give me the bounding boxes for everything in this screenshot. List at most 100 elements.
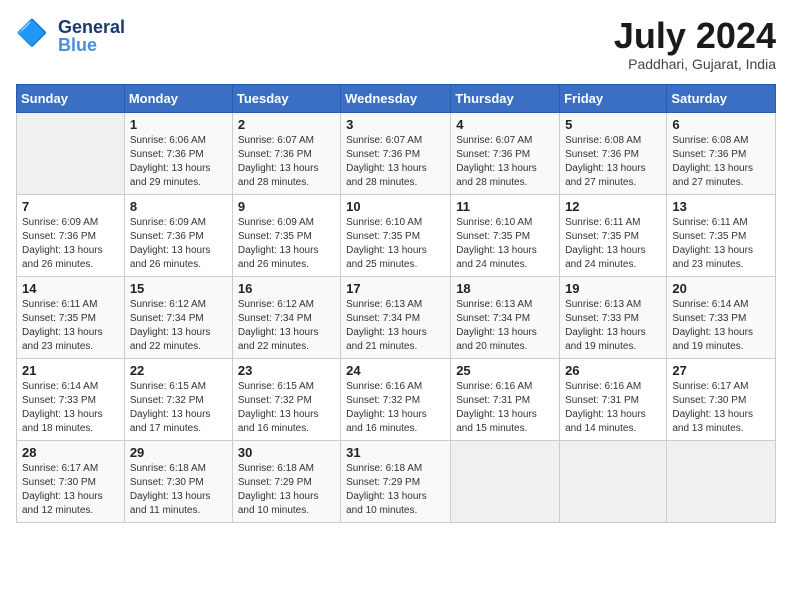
- calendar-cell: 27 Sunrise: 6:17 AMSunset: 7:30 PMDayligh…: [667, 358, 776, 440]
- calendar-cell: 6Sunrise: 6:08 AMSunset: 7:36 PMDaylight…: [667, 112, 776, 194]
- cell-info: Sunrise: 6:16 AMSunset: 7:32 PMDaylight:…: [346, 380, 445, 436]
- day-number: 28: [22, 445, 119, 460]
- cell-info: Sunrise: 6:12 AMSunset: 7:34 PMDaylight:…: [238, 298, 335, 354]
- calendar-header: SundayMondayTuesdayWednesdayThursdayFrid…: [17, 84, 776, 112]
- calendar-cell: 19 Sunrise: 6:13 AMSunset: 7:33 PMDayligh…: [560, 276, 667, 358]
- day-number: 18: [456, 281, 554, 296]
- cell-info: Sunrise: 6:11 AMSunset: 7:35 PMDaylight:…: [22, 298, 119, 354]
- calendar-cell: 14 Sunrise: 6:11 AMSunset: 7:35 PMDayligh…: [17, 276, 125, 358]
- calendar-cell: 15 Sunrise: 6:12 AMSunset: 7:34 PMDayligh…: [124, 276, 232, 358]
- calendar-cell: 24 Sunrise: 6:16 AMSunset: 7:32 PMDayligh…: [341, 358, 451, 440]
- cell-info: Sunrise: 6:18 AMSunset: 7:30 PMDaylight:…: [130, 462, 227, 518]
- calendar-cell: 29 Sunrise: 6:18 AMSunset: 7:30 PMDayligh…: [124, 440, 232, 522]
- day-number: 21: [22, 363, 119, 378]
- calendar-body: 1 Sunrise: 6:06 AMSunset: 7:36 PMDaylight…: [17, 112, 776, 522]
- logo-blue-text: Blue: [58, 36, 125, 54]
- cell-info: Sunrise: 6:18 AMSunset: 7:29 PMDaylight:…: [238, 462, 335, 518]
- day-number: 17: [346, 281, 445, 296]
- calendar-cell: [667, 440, 776, 522]
- calendar-cell: 13Sunrise: 6:11 AMSunset: 7:35 PMDayligh…: [667, 194, 776, 276]
- cell-info: Sunrise: 6:10 AMSunset: 7:35 PMDaylight:…: [346, 216, 445, 272]
- day-number: 27: [672, 363, 770, 378]
- calendar-cell: 1 Sunrise: 6:06 AMSunset: 7:36 PMDaylight…: [124, 112, 232, 194]
- header-cell-saturday: Saturday: [667, 84, 776, 112]
- cell-info: Sunrise: 6:12 AMSunset: 7:34 PMDaylight:…: [130, 298, 227, 354]
- calendar-cell: 12Sunrise: 6:11 AMSunset: 7:35 PMDayligh…: [560, 194, 667, 276]
- day-number: 11: [456, 199, 554, 214]
- cell-info: Sunrise: 6:09 AMSunset: 7:36 PMDaylight:…: [22, 216, 119, 272]
- calendar-cell: 11 Sunrise: 6:10 AMSunset: 7:35 PMDayligh…: [451, 194, 560, 276]
- day-number: 15: [130, 281, 227, 296]
- week-row-4: 21 Sunrise: 6:14 AMSunset: 7:33 PMDayligh…: [17, 358, 776, 440]
- cell-info: Sunrise: 6:08 AMSunset: 7:36 PMDaylight:…: [672, 134, 770, 190]
- day-number: 10: [346, 199, 445, 214]
- cell-info: Sunrise: 6:18 AMSunset: 7:29 PMDaylight:…: [346, 462, 445, 518]
- day-number: 23: [238, 363, 335, 378]
- calendar-cell: 28Sunrise: 6:17 AMSunset: 7:30 PMDayligh…: [17, 440, 125, 522]
- title-block: July 2024 Paddhari, Gujarat, India: [614, 16, 776, 72]
- calendar-cell: 20 Sunrise: 6:14 AMSunset: 7:33 PMDayligh…: [667, 276, 776, 358]
- day-number: 29: [130, 445, 227, 460]
- header-cell-monday: Monday: [124, 84, 232, 112]
- day-number: 7: [22, 199, 119, 214]
- day-number: 24: [346, 363, 445, 378]
- day-number: 12: [565, 199, 661, 214]
- calendar-cell: 22 Sunrise: 6:15 AMSunset: 7:32 PMDayligh…: [124, 358, 232, 440]
- cell-info: Sunrise: 6:08 AMSunset: 7:36 PMDaylight:…: [565, 134, 661, 190]
- day-number: 22: [130, 363, 227, 378]
- calendar-cell: 5Sunrise: 6:08 AMSunset: 7:36 PMDaylight…: [560, 112, 667, 194]
- calendar-cell: 25Sunrise: 6:16 AMSunset: 7:31 PMDayligh…: [451, 358, 560, 440]
- cell-info: Sunrise: 6:06 AMSunset: 7:36 PMDaylight:…: [130, 134, 227, 190]
- calendar-cell: 26 Sunrise: 6:16 AMSunset: 7:31 PMDayligh…: [560, 358, 667, 440]
- cell-info: Sunrise: 6:14 AMSunset: 7:33 PMDaylight:…: [22, 380, 119, 436]
- cell-info: Sunrise: 6:09 AMSunset: 7:36 PMDaylight:…: [130, 216, 227, 272]
- calendar-cell: [17, 112, 125, 194]
- calendar-cell: 10 Sunrise: 6:10 AMSunset: 7:35 PMDayligh…: [341, 194, 451, 276]
- week-row-1: 1 Sunrise: 6:06 AMSunset: 7:36 PMDaylight…: [17, 112, 776, 194]
- header-row: SundayMondayTuesdayWednesdayThursdayFrid…: [17, 84, 776, 112]
- day-number: 4: [456, 117, 554, 132]
- cell-info: Sunrise: 6:16 AMSunset: 7:31 PMDaylight:…: [565, 380, 661, 436]
- day-number: 25: [456, 363, 554, 378]
- day-number: 31: [346, 445, 445, 460]
- calendar-cell: 30 Sunrise: 6:18 AMSunset: 7:29 PMDayligh…: [232, 440, 340, 522]
- day-number: 1: [130, 117, 227, 132]
- header-cell-tuesday: Tuesday: [232, 84, 340, 112]
- calendar-cell: 9Sunrise: 6:09 AMSunset: 7:35 PMDaylight…: [232, 194, 340, 276]
- calendar-cell: [560, 440, 667, 522]
- cell-info: Sunrise: 6:09 AMSunset: 7:35 PMDaylight:…: [238, 216, 335, 272]
- day-number: 20: [672, 281, 770, 296]
- day-number: 14: [22, 281, 119, 296]
- cell-info: Sunrise: 6:14 AMSunset: 7:33 PMDaylight:…: [672, 298, 770, 354]
- cell-info: Sunrise: 6:13 AMSunset: 7:33 PMDaylight:…: [565, 298, 661, 354]
- calendar-cell: 7 Sunrise: 6:09 AMSunset: 7:36 PMDaylight…: [17, 194, 125, 276]
- calendar-cell: 18 Sunrise: 6:13 AMSunset: 7:34 PMDayligh…: [451, 276, 560, 358]
- cell-info: Sunrise: 6:07 AMSunset: 7:36 PMDaylight:…: [346, 134, 445, 190]
- day-number: 19: [565, 281, 661, 296]
- header-cell-wednesday: Wednesday: [341, 84, 451, 112]
- cell-info: Sunrise: 6:15 AMSunset: 7:32 PMDaylight:…: [130, 380, 227, 436]
- calendar-cell: 31 Sunrise: 6:18 AMSunset: 7:29 PMDayligh…: [341, 440, 451, 522]
- calendar-cell: [451, 440, 560, 522]
- cell-info: Sunrise: 6:13 AMSunset: 7:34 PMDaylight:…: [456, 298, 554, 354]
- header-cell-thursday: Thursday: [451, 84, 560, 112]
- logo: 🔷 General Blue: [16, 16, 125, 56]
- calendar-cell: 3Sunrise: 6:07 AMSunset: 7:36 PMDaylight…: [341, 112, 451, 194]
- day-number: 26: [565, 363, 661, 378]
- day-number: 16: [238, 281, 335, 296]
- cell-info: Sunrise: 6:10 AMSunset: 7:35 PMDaylight:…: [456, 216, 554, 272]
- cell-info: Sunrise: 6:07 AMSunset: 7:36 PMDaylight:…: [456, 134, 554, 190]
- logo-text: General Blue: [58, 18, 125, 54]
- cell-info: Sunrise: 6:17 AMSunset: 7:30 PMDaylight:…: [672, 380, 770, 436]
- page-header: 🔷 General Blue July 2024 Paddhari, Gujar…: [16, 16, 776, 72]
- cell-info: Sunrise: 6:11 AMSunset: 7:35 PMDaylight:…: [672, 216, 770, 272]
- calendar-cell: 2Sunrise: 6:07 AMSunset: 7:36 PMDaylight…: [232, 112, 340, 194]
- week-row-2: 7 Sunrise: 6:09 AMSunset: 7:36 PMDaylight…: [17, 194, 776, 276]
- week-row-5: 28Sunrise: 6:17 AMSunset: 7:30 PMDayligh…: [17, 440, 776, 522]
- day-number: 30: [238, 445, 335, 460]
- calendar-table: SundayMondayTuesdayWednesdayThursdayFrid…: [16, 84, 776, 523]
- logo-general-text: General: [58, 18, 125, 36]
- calendar-cell: 8Sunrise: 6:09 AMSunset: 7:36 PMDaylight…: [124, 194, 232, 276]
- cell-info: Sunrise: 6:13 AMSunset: 7:34 PMDaylight:…: [346, 298, 445, 354]
- svg-text:🔷: 🔷: [16, 18, 48, 48]
